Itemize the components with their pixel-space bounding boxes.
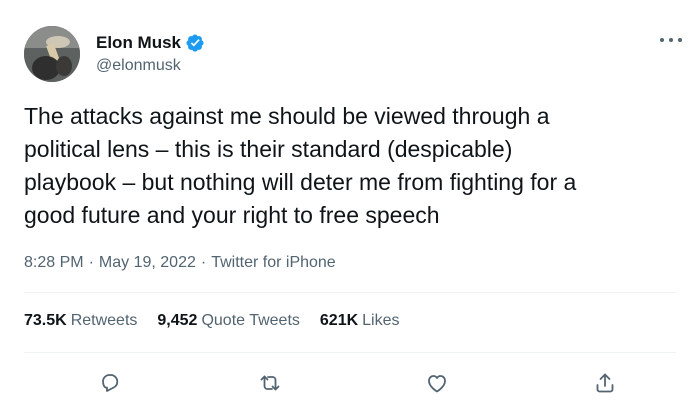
retweets-count: 73.5K — [24, 312, 67, 329]
share-icon[interactable] — [590, 368, 620, 398]
action-bar — [0, 368, 700, 398]
likes-stat[interactable]: 621K Likes — [320, 312, 400, 330]
author-row: Elon Musk — [96, 32, 205, 54]
tweet-meta: 8:28 PM · May 19, 2022 · Twitter for iPh… — [24, 254, 336, 272]
retweets-stat[interactable]: 73.5K Retweets — [24, 312, 137, 330]
quote-tweets-label: Quote Tweets — [201, 312, 300, 329]
meta-separator: · — [88, 254, 94, 271]
tweet-stats: 73.5K Retweets 9,452 Quote Tweets 621K L… — [24, 312, 420, 330]
tweet-source[interactable]: Twitter for iPhone — [211, 254, 336, 272]
avatar[interactable] — [24, 26, 80, 82]
verified-badge-icon — [185, 33, 205, 53]
quote-tweets-stat[interactable]: 9,452 Quote Tweets — [157, 312, 299, 330]
tweet-text: The attacks against me should be viewed … — [24, 103, 577, 228]
tweet-date[interactable]: May 19, 2022 — [99, 254, 196, 272]
reply-icon[interactable] — [95, 368, 125, 398]
meta-separator: · — [200, 254, 207, 271]
more-options-icon[interactable] — [660, 30, 682, 50]
divider — [24, 292, 676, 293]
author-name[interactable]: Elon Musk — [96, 33, 181, 53]
likes-count: 621K — [319, 312, 359, 329]
likes-label: Likes — [362, 312, 400, 329]
author-handle[interactable]: @elonmusk — [96, 57, 181, 75]
divider — [24, 352, 676, 353]
tweet-time[interactable]: 8:28 PM — [24, 254, 84, 272]
retweets-label: Retweets — [70, 312, 138, 329]
retweet-icon[interactable] — [255, 368, 285, 398]
like-icon[interactable] — [422, 368, 452, 398]
quote-tweets-count: 9,452 — [157, 312, 198, 329]
tweet-card: Elon Musk @elonmusk The attacks against … — [0, 0, 700, 408]
profile-photo-icon — [24, 26, 80, 82]
